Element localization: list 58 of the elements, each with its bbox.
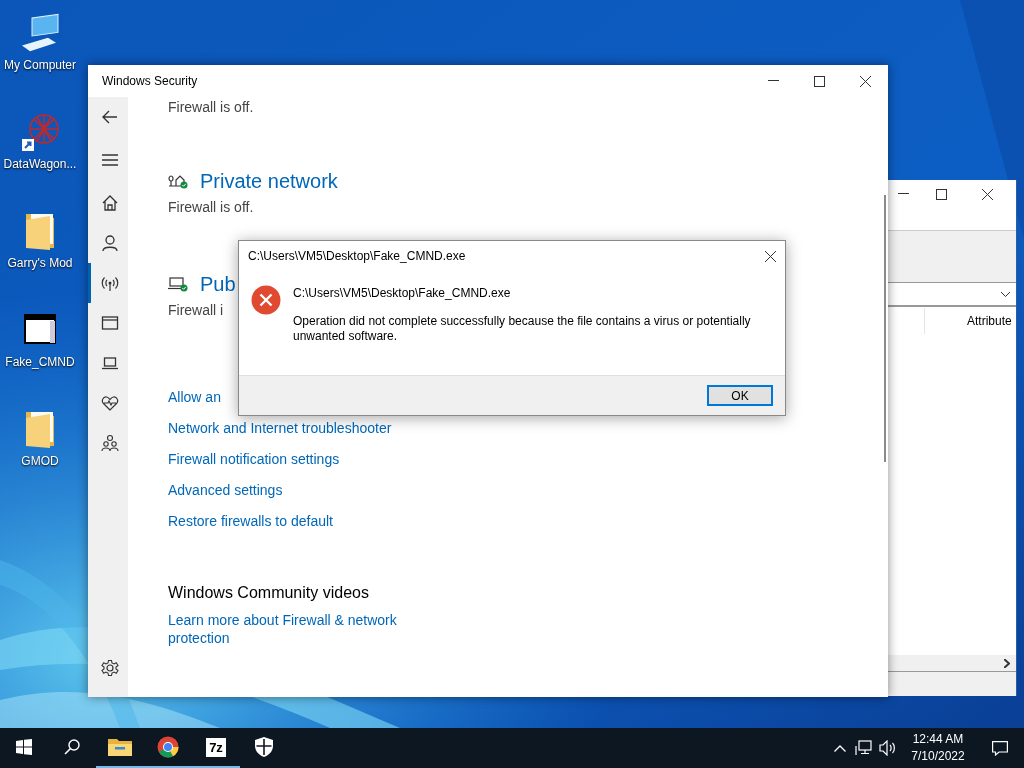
archiver-button[interactable]: 7z — [192, 728, 240, 768]
speaker-icon — [879, 740, 897, 756]
windows-logo-icon — [16, 739, 32, 755]
chevron-down-icon — [1001, 291, 1010, 297]
laptop-icon — [100, 354, 119, 372]
network-monitor-icon — [855, 740, 873, 756]
chevron-right-icon — [1004, 658, 1010, 668]
close-icon — [859, 75, 871, 87]
desktop-icon-label[interactable]: Garry's Mod — [7, 256, 73, 270]
person-icon — [100, 234, 119, 252]
file-path-text: C:\Users\VM5\Desktop\Fake_CMND.exe — [293, 286, 512, 300]
home-icon — [100, 194, 119, 212]
minimize-icon — [897, 193, 909, 195]
browser-window-icon — [100, 314, 119, 332]
error-message: Operation did not complete successfully because the file contains a virus or potentially unwanted software. — [293, 314, 752, 344]
menu-icon — [100, 151, 119, 169]
desktop-icon-label[interactable]: DataWagon... — [3, 157, 77, 171]
scrollbar[interactable] — [884, 195, 886, 462]
desktop-icon-label[interactable]: My Computer — [4, 58, 76, 72]
horizontal-scrollbar[interactable] — [888, 655, 1016, 672]
search-icon — [64, 739, 80, 755]
window-title: Windows Security — [101, 74, 199, 88]
desktop-icon-label[interactable]: Fake_CMND — [5, 355, 75, 369]
ok-button[interactable]: OK — [707, 385, 773, 406]
speech-bubble-icon — [992, 740, 1008, 756]
status-text: Firewall is off. — [168, 198, 254, 217]
people-icon — [100, 434, 119, 452]
status-text: Firewall i — [168, 301, 224, 320]
maximize-icon — [813, 75, 825, 87]
heart-icon — [100, 394, 119, 412]
network-heading-link[interactable]: Pub — [200, 270, 236, 298]
browser-icon — [157, 736, 179, 758]
shield-icon — [255, 737, 273, 757]
link[interactable]: Learn more about Firewall & network protection — [168, 611, 430, 647]
link[interactable]: Network and Internet troubleshooter — [168, 418, 392, 438]
monitor-check-icon — [168, 276, 188, 292]
settings-icon — [100, 659, 119, 677]
desktop-icon-label[interactable]: GMOD — [21, 454, 59, 468]
close-icon — [764, 250, 776, 262]
network-heading-link[interactable]: Private network — [200, 167, 338, 195]
column-header[interactable]: Attribute — [967, 314, 1012, 328]
dialog-title: C:\Users\VM5\Desktop\Fake_CMND.exe — [248, 249, 467, 263]
antenna-icon — [100, 274, 119, 292]
maximize-icon — [935, 188, 947, 200]
house-check-icon — [168, 173, 188, 189]
status-text: Firewall is off. — [168, 98, 254, 117]
link[interactable]: Firewall notification settings — [168, 449, 340, 469]
link[interactable]: Allow an — [168, 387, 221, 407]
folder-icon — [108, 737, 132, 757]
back-arrow-icon — [100, 108, 119, 126]
close-icon — [981, 188, 993, 200]
minimize-icon — [767, 80, 779, 82]
link[interactable]: Restore firewalls to default — [168, 511, 333, 531]
caret-up-icon — [834, 744, 846, 752]
error-icon — [251, 285, 281, 315]
section-heading: Windows Community videos — [168, 583, 369, 603]
link[interactable]: Advanced settings — [168, 480, 283, 500]
clock[interactable]: 12:44 AM 7/10/2022 — [900, 728, 976, 768]
